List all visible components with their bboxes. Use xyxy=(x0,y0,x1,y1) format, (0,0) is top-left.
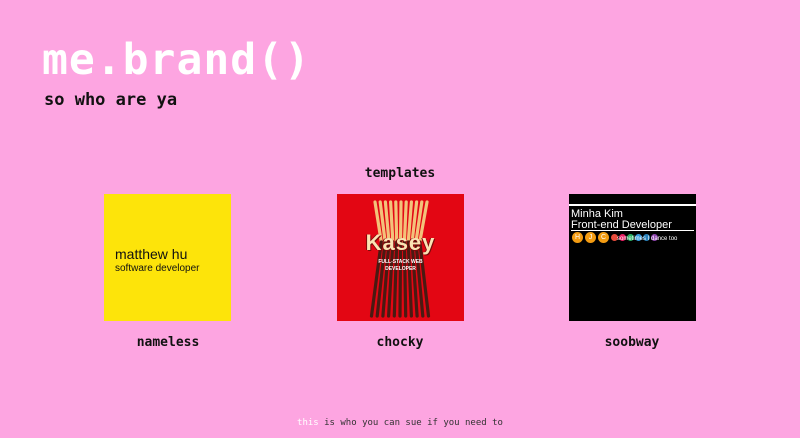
preview-name: Kasey xyxy=(365,230,436,255)
subway-badge-icon: C xyxy=(598,232,609,243)
footer: this is who you can sue if you need to xyxy=(0,418,800,428)
template-card-nameless[interactable]: matthew hu software developer xyxy=(104,194,231,321)
divider-line xyxy=(571,230,694,231)
templates-heading: templates xyxy=(364,166,436,181)
preview-tagline: sometimes I dance too xyxy=(617,236,678,242)
template-card-soobway[interactable]: Minha Kim Front-end Developer HJC someti… xyxy=(569,194,696,321)
page-title: me.brand() xyxy=(42,35,311,85)
template-card-chocky[interactable]: Kasey FULL-STACK WEB DEVELOPER xyxy=(337,194,464,321)
template-label-soobway[interactable]: soobway xyxy=(552,335,712,350)
preview-name: matthew hu xyxy=(115,246,188,262)
footer-text: is who you can sue if you need to xyxy=(318,418,503,428)
preview-role: FULL-STACK WEB DEVELOPER xyxy=(378,259,423,272)
footer-link[interactable]: this xyxy=(297,418,319,428)
template-label-nameless[interactable]: nameless xyxy=(88,335,248,350)
preview-role: software developer xyxy=(115,263,200,274)
template-label-chocky[interactable]: chocky xyxy=(320,335,480,350)
pocky-sticks-illustration xyxy=(369,200,431,318)
page-subtitle: so who are ya xyxy=(44,90,178,110)
top-rule xyxy=(569,204,696,206)
subway-badge-icon: J xyxy=(585,232,596,243)
subway-badge-icon: H xyxy=(572,232,583,243)
